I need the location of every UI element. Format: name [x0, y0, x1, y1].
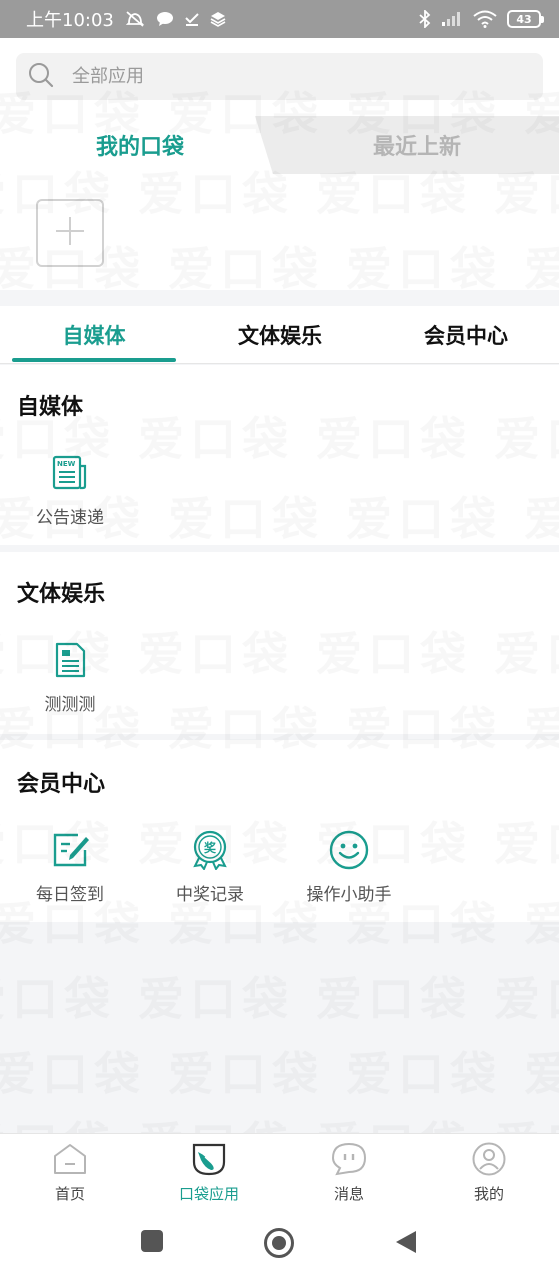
svg-text:NEW: NEW [57, 460, 76, 468]
nav-pocket-apps[interactable]: 口袋应用 [149, 1134, 269, 1206]
app-quiz[interactable]: 测测测 [15, 640, 125, 730]
search-box[interactable] [16, 53, 543, 100]
section-title: 文体娱乐 [17, 582, 106, 607]
profile-icon [471, 1142, 507, 1180]
back-button[interactable] [394, 1230, 418, 1254]
search-icon [28, 62, 54, 92]
status-time: 上午10:03 [26, 10, 114, 31]
svg-text:奖: 奖 [204, 840, 217, 855]
app-label: 每日签到 [36, 885, 104, 905]
tab-sports-entertainment[interactable]: 文体娱乐 [186, 306, 374, 364]
search-input[interactable] [72, 66, 472, 87]
battery-indicator: 43 [507, 10, 544, 28]
award-icon: 奖 [190, 830, 230, 870]
section-title: 自媒体 [17, 395, 84, 420]
layers-icon [210, 11, 226, 27]
chat-icon [156, 11, 174, 27]
nav-profile[interactable]: 我的 [429, 1134, 549, 1206]
nav-label: 口袋应用 [178, 1185, 239, 1203]
plus-icon [54, 215, 86, 251]
message-icon [331, 1142, 367, 1180]
nav-label: 消息 [333, 1185, 364, 1203]
section-title: 会员中心 [17, 772, 106, 797]
pocket-tabs: 最近上新 我的口袋 [0, 116, 559, 174]
document-icon [50, 640, 90, 680]
section-member-center: 会员中心 每日签到 奖 中奖记录 操作小助手 [0, 740, 559, 922]
nav-label: 我的 [473, 1185, 504, 1203]
category-tabs: 自媒体 文体娱乐 会员中心 [0, 306, 559, 364]
active-tab-indicator [12, 358, 176, 362]
home-button[interactable] [263, 1227, 295, 1259]
tab-member-center[interactable]: 会员中心 [372, 306, 559, 364]
nav-label: 首页 [54, 1185, 85, 1203]
app-label: 操作小助手 [306, 885, 392, 905]
app-label: 中奖记录 [176, 885, 244, 905]
main-content: 最近上新 我的口袋 自媒体 文体娱乐 会员中心 自媒体 NEW [0, 38, 559, 1133]
app-label: 测测测 [44, 695, 96, 715]
bottom-nav: 首页 口袋应用 消息 我的 [0, 1133, 559, 1205]
wifi-icon [473, 10, 497, 28]
home-icon [52, 1142, 88, 1180]
checkin-icon [50, 830, 90, 870]
section-sports-entertainment: 文体娱乐 测测测 [0, 552, 559, 734]
app-label: 公告速递 [36, 508, 104, 528]
my-pocket-area [0, 174, 559, 290]
app-prize-record[interactable]: 奖 中奖记录 [155, 830, 265, 920]
mute-icon [124, 10, 146, 28]
nav-home[interactable]: 首页 [10, 1134, 130, 1206]
download-done-icon [184, 11, 200, 27]
newspaper-icon: NEW [50, 453, 90, 493]
status-bar: 上午10:03 43 [0, 0, 559, 38]
nav-messages[interactable]: 消息 [289, 1134, 409, 1206]
section-self-media: 自媒体 NEW 公告速递 [0, 365, 559, 545]
search-section [0, 38, 559, 116]
add-app-button[interactable] [36, 199, 104, 267]
smiley-icon [329, 830, 369, 870]
app-announcement[interactable]: NEW 公告速递 [15, 453, 125, 543]
app-daily-checkin[interactable]: 每日签到 [15, 830, 125, 920]
recent-apps-button[interactable] [140, 1229, 164, 1253]
system-nav-bar [0, 1205, 559, 1280]
signal-icon [441, 11, 463, 27]
bluetooth-icon [419, 10, 431, 28]
app-assistant[interactable]: 操作小助手 [294, 830, 404, 920]
tab-recent-new[interactable]: 最近上新 [255, 116, 559, 174]
tab-self-media[interactable]: 自媒体 [0, 306, 188, 364]
pocket-icon [191, 1142, 227, 1180]
tab-my-pocket[interactable]: 我的口袋 [0, 116, 280, 174]
